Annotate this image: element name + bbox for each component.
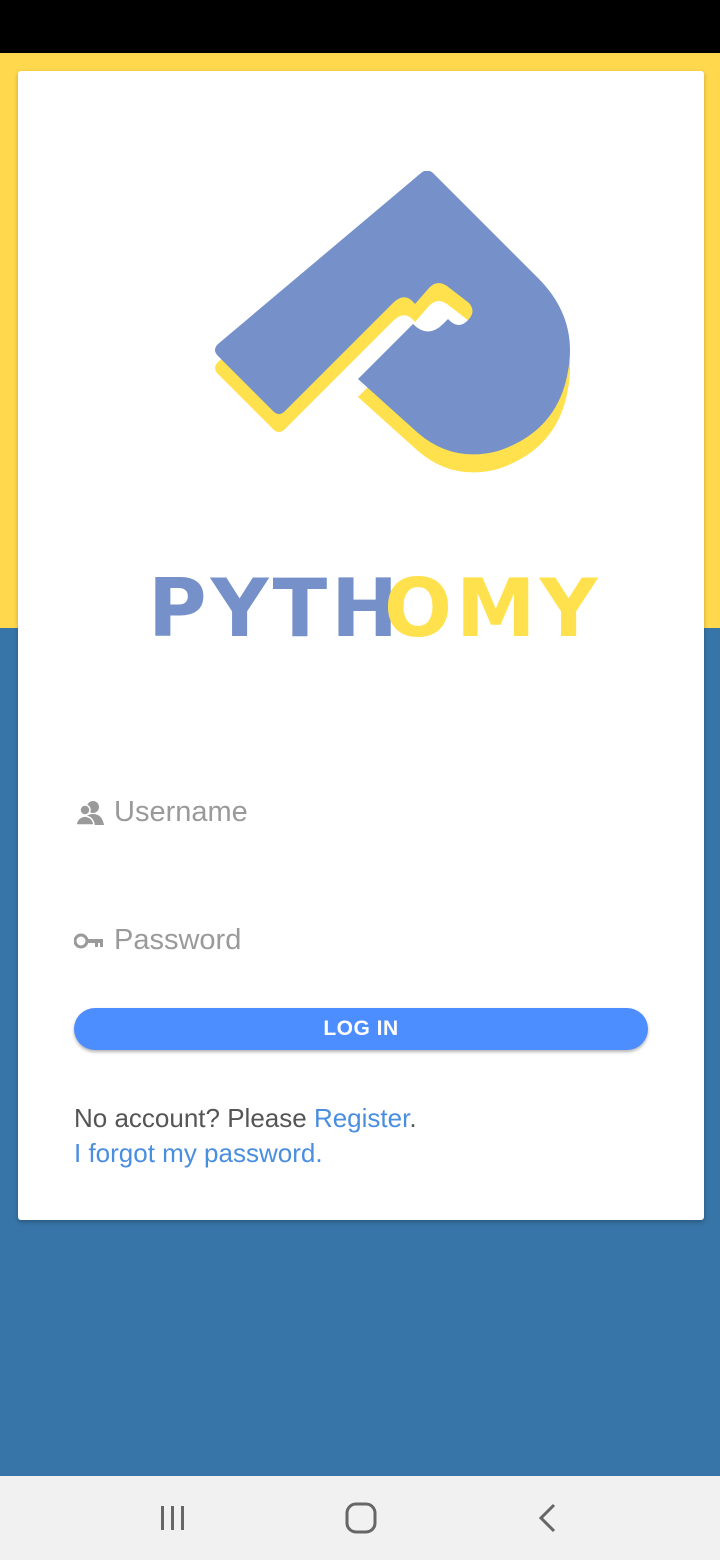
- username-placeholder: Username: [114, 796, 248, 828]
- logo-text-part2: OMY: [384, 566, 602, 646]
- password-field[interactable]: Password: [74, 924, 241, 957]
- pythomy-logo-icon: [215, 171, 570, 473]
- home-icon[interactable]: [341, 1498, 381, 1538]
- logo-text-part1: PYTH: [148, 566, 402, 646]
- back-icon[interactable]: [528, 1498, 568, 1538]
- account-links: No account? Please Register. I forgot my…: [74, 1101, 417, 1171]
- navigation-bar: [0, 1476, 720, 1560]
- username-field[interactable]: Username: [74, 796, 248, 829]
- login-card: PYTH OMY Username Password LOG IN No acc…: [18, 71, 704, 1220]
- status-bar: [0, 0, 720, 53]
- pythomy-wordmark: PYTH OMY: [148, 566, 602, 646]
- forgot-password-link[interactable]: I forgot my password.: [74, 1138, 323, 1168]
- key-icon: [74, 926, 108, 956]
- users-icon: [74, 798, 108, 828]
- recent-apps-icon[interactable]: [153, 1498, 193, 1538]
- password-placeholder: Password: [114, 924, 242, 956]
- register-period: .: [409, 1103, 417, 1133]
- login-button[interactable]: LOG IN: [74, 1008, 648, 1050]
- register-link[interactable]: Register: [314, 1103, 409, 1133]
- no-account-text: No account? Please: [74, 1103, 314, 1133]
